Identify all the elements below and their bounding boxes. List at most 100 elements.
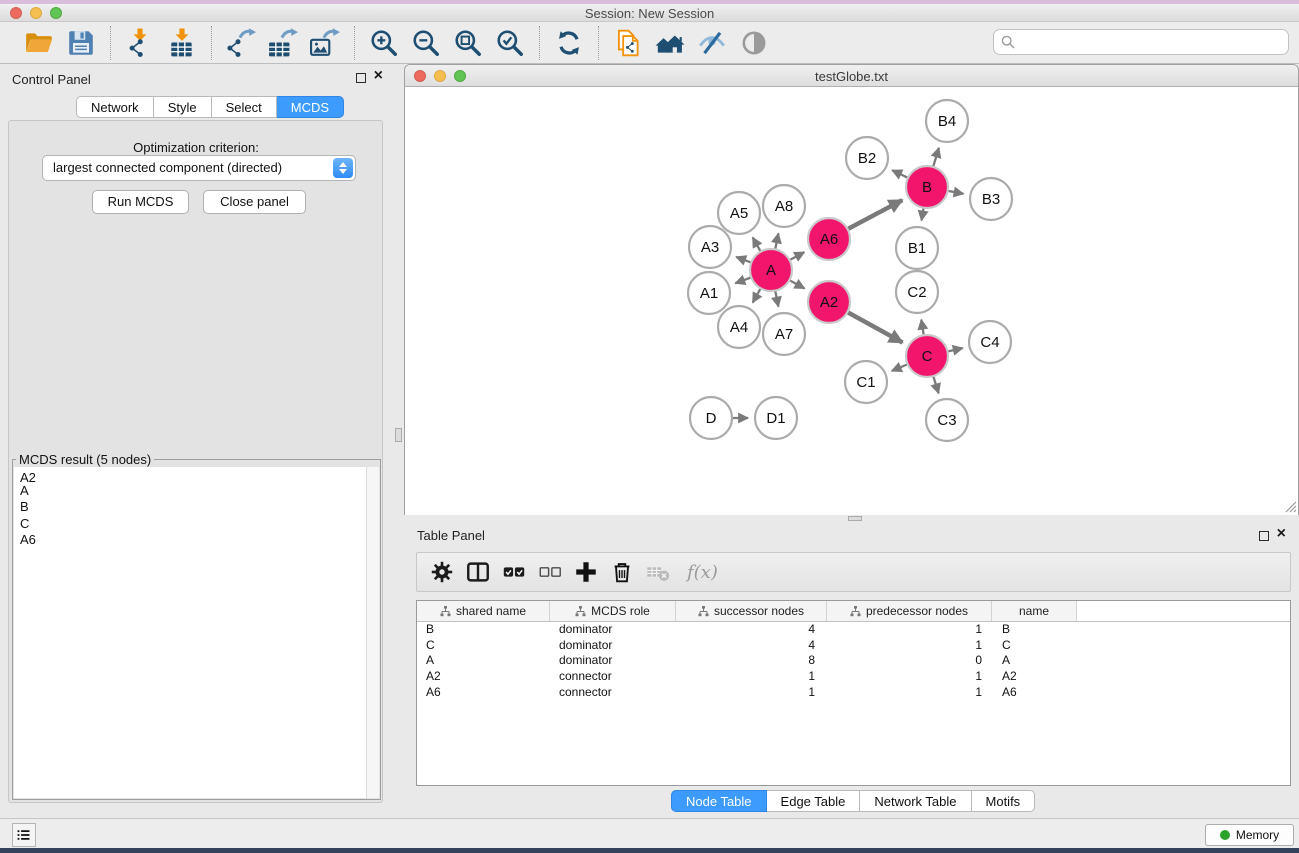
mcds-result-item[interactable]: B bbox=[14, 499, 379, 515]
column-type-icon bbox=[575, 606, 586, 617]
graph-node-label: A1 bbox=[700, 285, 718, 302]
run-mcds-button[interactable]: Run MCDS bbox=[92, 190, 189, 214]
home-icon[interactable] bbox=[655, 28, 685, 58]
graph-node-label: C bbox=[922, 348, 933, 365]
tab-style[interactable]: Style bbox=[154, 96, 212, 118]
tab-network-table[interactable]: Network Table bbox=[860, 790, 971, 812]
column-type-icon bbox=[440, 606, 451, 617]
table-row[interactable]: A2connector11A2 bbox=[417, 669, 1290, 685]
table-cell: 4 bbox=[676, 638, 827, 654]
vertical-split-handle[interactable] bbox=[395, 428, 402, 442]
table-cell: 1 bbox=[827, 638, 992, 654]
delete-icon[interactable] bbox=[609, 559, 635, 585]
export-image-icon[interactable] bbox=[310, 28, 340, 58]
result-list-scrollbar[interactable] bbox=[366, 467, 379, 798]
memory-status-dot bbox=[1220, 830, 1230, 840]
network-canvas[interactable]: AA1A2A3A4A5A6A7A8BB1B2B3B4CC1C2C3C4DD1 bbox=[405, 88, 1298, 515]
tab-node-table[interactable]: Node Table bbox=[671, 790, 767, 812]
table-row[interactable]: A6connector11A6 bbox=[417, 685, 1290, 701]
control-panel-header: Control Panel × bbox=[0, 64, 392, 94]
open-session-icon[interactable] bbox=[24, 28, 54, 58]
tab-select[interactable]: Select bbox=[212, 96, 277, 118]
table-cell: B bbox=[417, 622, 550, 638]
table-float-panel-icon[interactable] bbox=[1259, 531, 1269, 541]
header-filler bbox=[1077, 601, 1290, 621]
table-cell: dominator bbox=[550, 622, 676, 638]
horizontal-split-handle[interactable] bbox=[848, 516, 862, 521]
graph-node-label: B bbox=[922, 179, 932, 196]
zoom-out-icon[interactable] bbox=[411, 28, 441, 58]
graph-node-label: A4 bbox=[730, 319, 748, 336]
column-type-icon bbox=[698, 606, 709, 617]
select-all-icon[interactable] bbox=[501, 559, 527, 585]
graph-node-label: D1 bbox=[766, 410, 785, 427]
mcds-result-item[interactable]: A2 bbox=[14, 467, 379, 483]
column-type-icon bbox=[850, 606, 861, 617]
refresh-icon[interactable] bbox=[554, 28, 584, 58]
graph-node-label: B1 bbox=[908, 240, 926, 257]
hide-eye-icon[interactable] bbox=[697, 28, 727, 58]
node-table: shared nameMCDS rolesuccessor nodesprede… bbox=[416, 600, 1291, 786]
close-panel-icon[interactable]: × bbox=[374, 67, 383, 85]
mcds-result-item[interactable]: C bbox=[14, 516, 379, 532]
gear-icon[interactable] bbox=[429, 559, 455, 585]
tab-mcds[interactable]: MCDS bbox=[277, 96, 344, 118]
show-eye-icon[interactable] bbox=[739, 28, 769, 58]
import-table-icon[interactable] bbox=[167, 28, 197, 58]
table-panel: Table Panel × f(x) shared nameMCDS roles… bbox=[404, 522, 1299, 818]
column-header[interactable]: shared name bbox=[417, 601, 550, 621]
search-input[interactable] bbox=[993, 29, 1289, 55]
criterion-dropdown[interactable]: largest connected component (directed) bbox=[42, 155, 356, 181]
table-row[interactable]: Bdominator41B bbox=[417, 622, 1290, 638]
graph-node-label: B2 bbox=[858, 150, 876, 167]
column-header[interactable]: MCDS role bbox=[550, 601, 676, 621]
import-network-icon[interactable] bbox=[125, 28, 155, 58]
graph-node-label: A bbox=[766, 262, 776, 279]
graph-node-label: C1 bbox=[856, 374, 875, 391]
deselect-all-icon[interactable] bbox=[537, 559, 563, 585]
criterion-value: largest connected component (directed) bbox=[53, 160, 282, 175]
column-header[interactable]: successor nodes bbox=[676, 601, 827, 621]
table-close-panel-icon[interactable]: × bbox=[1277, 525, 1286, 543]
column-header[interactable]: predecessor nodes bbox=[827, 601, 992, 621]
table-cell: 8 bbox=[676, 653, 827, 669]
add-icon[interactable] bbox=[573, 559, 599, 585]
graph-node-label: A7 bbox=[775, 326, 793, 343]
zoom-fit-icon[interactable] bbox=[453, 28, 483, 58]
main-toolbar bbox=[0, 22, 1299, 64]
network-window-titlebar: testGlobe.txt bbox=[405, 65, 1298, 87]
table-cell: 1 bbox=[827, 685, 992, 701]
graph-node-label: B4 bbox=[938, 113, 956, 130]
table-row[interactable]: Cdominator41C bbox=[417, 638, 1290, 654]
memory-label: Memory bbox=[1236, 828, 1279, 842]
zoom-in-icon[interactable] bbox=[369, 28, 399, 58]
column-header[interactable]: name bbox=[992, 601, 1077, 621]
tab-motifs[interactable]: Motifs bbox=[972, 790, 1036, 812]
horizontal-split-divider[interactable] bbox=[404, 515, 1299, 522]
table-cell: A2 bbox=[417, 669, 550, 685]
export-table-icon[interactable] bbox=[268, 28, 298, 58]
mcds-result-item[interactable]: A bbox=[14, 483, 379, 499]
graph-node-label: C3 bbox=[937, 412, 956, 429]
memory-button[interactable]: Memory bbox=[1205, 824, 1294, 846]
close-panel-button[interactable]: Close panel bbox=[203, 190, 306, 214]
control-panel-title: Control Panel bbox=[12, 72, 91, 87]
function-builder-icon: f(x) bbox=[681, 562, 718, 583]
table-cell: 1 bbox=[827, 669, 992, 685]
mcds-result-item[interactable]: A6 bbox=[14, 532, 379, 548]
network-document-icon[interactable] bbox=[613, 28, 643, 58]
table-cell: connector bbox=[550, 685, 676, 701]
split-columns-icon[interactable] bbox=[465, 559, 491, 585]
list-icon bbox=[15, 826, 33, 844]
dropdown-stepper-icon bbox=[333, 158, 353, 178]
zoom-selected-icon[interactable] bbox=[495, 28, 525, 58]
task-history-button[interactable] bbox=[12, 823, 36, 847]
resize-grip-icon[interactable] bbox=[1284, 500, 1297, 513]
table-row[interactable]: Adominator80A bbox=[417, 653, 1290, 669]
graph-node-label: C2 bbox=[907, 284, 926, 301]
float-panel-icon[interactable] bbox=[356, 73, 366, 83]
save-session-icon[interactable] bbox=[66, 28, 96, 58]
export-network-icon[interactable] bbox=[226, 28, 256, 58]
tab-network[interactable]: Network bbox=[76, 96, 154, 118]
tab-edge-table[interactable]: Edge Table bbox=[767, 790, 861, 812]
